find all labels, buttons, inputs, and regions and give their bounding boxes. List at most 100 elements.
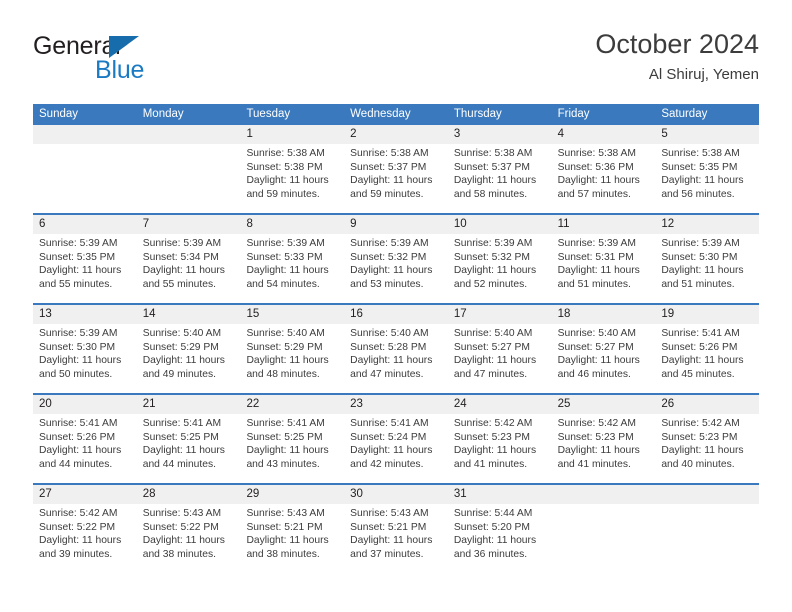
day-details: Sunrise: 5:42 AM Sunset: 5:22 PM Daylight:… bbox=[39, 507, 131, 561]
calendar-day-cell[interactable]: 7 Sunrise: 5:39 AM Sunset: 5:34 PM Daylight… bbox=[137, 215, 241, 303]
day-details: Sunrise: 5:38 AM Sunset: 5:36 PM Daylight:… bbox=[558, 147, 650, 201]
daylight-text: Daylight: 11 hours bbox=[453, 445, 537, 457]
daylight-text-cont: and 38 minutes. bbox=[142, 548, 216, 560]
day-details: Sunrise: 5:39 AM Sunset: 5:33 PM Daylight:… bbox=[246, 237, 338, 291]
calendar-day-cell[interactable]: 5 Sunrise: 5:38 AM Sunset: 5:35 PM Daylight… bbox=[655, 125, 759, 213]
calendar-day-cell[interactable]: 4 Sunrise: 5:38 AM Sunset: 5:36 PM Daylight… bbox=[552, 125, 656, 213]
day-details: Sunrise: 5:44 AM Sunset: 5:20 PM Daylight:… bbox=[454, 507, 546, 561]
day-details: Sunrise: 5:41 AM Sunset: 5:25 PM Daylight:… bbox=[143, 417, 235, 471]
day-number: 10 bbox=[453, 218, 467, 230]
daylight-text-cont: and 54 minutes. bbox=[246, 278, 320, 290]
day-number: 7 bbox=[142, 218, 150, 230]
calendar-day-cell[interactable]: 22 Sunrise: 5:41 AM Sunset: 5:25 PM Dayligh… bbox=[240, 395, 344, 483]
calendar-day-cell[interactable]: 8 Sunrise: 5:39 AM Sunset: 5:33 PM Daylight… bbox=[240, 215, 344, 303]
sunset-text: Sunset: 5:32 PM bbox=[350, 251, 427, 263]
day-number: 14 bbox=[142, 308, 156, 320]
day-details: Sunrise: 5:42 AM Sunset: 5:23 PM Daylight:… bbox=[454, 417, 546, 471]
calendar-day-cell[interactable]: 10 Sunrise: 5:39 AM Sunset: 5:32 PM Dayligh… bbox=[448, 215, 552, 303]
sunrise-text: Sunrise: 5:44 AM bbox=[453, 508, 533, 519]
calendar-day-cell[interactable]: 13 Sunrise: 5:39 AM Sunset: 5:30 PM Dayligh… bbox=[33, 305, 137, 393]
calendar-day-cell[interactable]: 31 Sunrise: 5:44 AM Sunset: 5:20 PM Dayligh… bbox=[448, 485, 552, 573]
calendar-week-cells: 27 Sunrise: 5:42 AM Sunset: 5:22 PM Dayligh… bbox=[33, 485, 759, 573]
calendar-day-cell[interactable]: 30 Sunrise: 5:43 AM Sunset: 5:21 PM Dayligh… bbox=[344, 485, 448, 573]
day-details: Sunrise: 5:39 AM Sunset: 5:30 PM Daylight:… bbox=[661, 237, 753, 291]
calendar-week-row: 13 Sunrise: 5:39 AM Sunset: 5:30 PM Dayligh… bbox=[33, 303, 759, 393]
day-number: 18 bbox=[557, 308, 571, 320]
day-number: 5 bbox=[661, 128, 668, 140]
calendar-day-cell[interactable]: 3 Sunrise: 5:38 AM Sunset: 5:37 PM Daylight… bbox=[448, 125, 552, 213]
weekday-header-monday: Monday bbox=[142, 108, 184, 120]
calendar-day-cell[interactable]: 11 Sunrise: 5:39 AM Sunset: 5:31 PM Dayligh… bbox=[552, 215, 656, 303]
calendar-day-cell[interactable]: 24 Sunrise: 5:42 AM Sunset: 5:23 PM Dayligh… bbox=[448, 395, 552, 483]
calendar-empty-cell bbox=[552, 485, 656, 573]
calendar-day-cell[interactable]: 14 Sunrise: 5:40 AM Sunset: 5:29 PM Dayligh… bbox=[137, 305, 241, 393]
calendar-day-cell[interactable]: 28 Sunrise: 5:43 AM Sunset: 5:22 PM Dayligh… bbox=[137, 485, 241, 573]
daylight-text-cont: and 44 minutes. bbox=[142, 458, 216, 470]
calendar-day-cell[interactable]: 1 Sunrise: 5:38 AM Sunset: 5:38 PM Daylight… bbox=[240, 125, 344, 213]
daylight-text-cont: and 40 minutes. bbox=[661, 458, 735, 470]
calendar-day-cell[interactable]: 9 Sunrise: 5:39 AM Sunset: 5:32 PM Daylight… bbox=[344, 215, 448, 303]
sunset-text: Sunset: 5:26 PM bbox=[39, 431, 116, 443]
sunrise-text: Sunrise: 5:41 AM bbox=[246, 418, 325, 429]
daylight-text-cont: and 55 minutes. bbox=[142, 278, 216, 290]
calendar-day-cell[interactable]: 29 Sunrise: 5:43 AM Sunset: 5:21 PM Dayligh… bbox=[240, 485, 344, 573]
daylight-text-cont: and 58 minutes. bbox=[453, 188, 528, 200]
calendar-week-cells: 1 Sunrise: 5:38 AM Sunset: 5:38 PM Daylight… bbox=[33, 125, 759, 213]
sunrise-text: Sunrise: 5:38 AM bbox=[661, 148, 740, 159]
sunrise-text: Sunrise: 5:39 AM bbox=[557, 238, 637, 249]
calendar-day-cell[interactable]: 12 Sunrise: 5:39 AM Sunset: 5:30 PM Dayligh… bbox=[655, 215, 759, 303]
page-subtitle: Al Shiruj, Yemen bbox=[648, 66, 759, 83]
weekday-header-row: Sunday Monday Tuesday Wednesday Thursday Frid… bbox=[33, 104, 759, 125]
sunset-text: Sunset: 5:27 PM bbox=[453, 341, 531, 353]
calendar-day-cell[interactable]: 23 Sunrise: 5:41 AM Sunset: 5:24 PM Dayligh… bbox=[344, 395, 448, 483]
calendar-day-cell[interactable]: 15 Sunrise: 5:40 AM Sunset: 5:29 PM Dayligh… bbox=[240, 305, 344, 393]
daylight-text-cont: and 46 minutes. bbox=[557, 368, 631, 380]
day-number: 1 bbox=[246, 128, 253, 140]
sunrise-text: Sunrise: 5:42 AM bbox=[557, 418, 637, 429]
sunrise-text: Sunrise: 5:40 AM bbox=[246, 328, 325, 339]
sunset-text: Sunset: 5:28 PM bbox=[350, 341, 427, 353]
day-number: 22 bbox=[246, 398, 260, 410]
day-number bbox=[39, 125, 131, 144]
sunrise-text: Sunrise: 5:39 AM bbox=[142, 238, 222, 249]
day-details: Sunrise: 5:39 AM Sunset: 5:30 PM Daylight:… bbox=[39, 327, 131, 381]
daylight-text-cont: and 41 minutes. bbox=[453, 458, 528, 470]
daylight-text: Daylight: 11 hours bbox=[661, 175, 744, 187]
calendar-day-cell[interactable]: 6 Sunrise: 5:39 AM Sunset: 5:35 PM Daylight… bbox=[33, 215, 137, 303]
daylight-text-cont: and 38 minutes. bbox=[246, 548, 320, 560]
day-number: 28 bbox=[142, 488, 156, 500]
calendar-day-cell[interactable]: 25 Sunrise: 5:42 AM Sunset: 5:23 PM Dayligh… bbox=[552, 395, 656, 483]
calendar-day-cell[interactable]: 16 Sunrise: 5:40 AM Sunset: 5:28 PM Dayligh… bbox=[344, 305, 448, 393]
daylight-text-cont: and 51 minutes. bbox=[557, 278, 631, 290]
daylight-text-cont: and 47 minutes. bbox=[453, 368, 528, 380]
daylight-text: Daylight: 11 hours bbox=[246, 355, 329, 367]
daylight-text: Daylight: 11 hours bbox=[246, 265, 329, 277]
day-number: 6 bbox=[39, 218, 46, 230]
calendar-day-cell[interactable]: 17 Sunrise: 5:40 AM Sunset: 5:27 PM Dayligh… bbox=[448, 305, 552, 393]
daylight-text-cont: and 39 minutes. bbox=[39, 548, 113, 560]
day-details: Sunrise: 5:42 AM Sunset: 5:23 PM Daylight:… bbox=[558, 417, 650, 471]
general-blue-logo[interactable]: General Blue bbox=[33, 32, 273, 92]
sunset-text: Sunset: 5:29 PM bbox=[142, 341, 219, 353]
sunset-text: Sunset: 5:35 PM bbox=[39, 251, 116, 263]
sunset-text: Sunset: 5:23 PM bbox=[661, 431, 738, 443]
daylight-text-cont: and 59 minutes. bbox=[246, 188, 320, 200]
sunset-text: Sunset: 5:25 PM bbox=[142, 431, 219, 443]
page-header: General Blue October 2024 Al Shiruj, Yem… bbox=[33, 28, 759, 100]
calendar-day-cell[interactable]: 26 Sunrise: 5:42 AM Sunset: 5:23 PM Dayligh… bbox=[655, 395, 759, 483]
calendar-day-cell[interactable]: 20 Sunrise: 5:41 AM Sunset: 5:26 PM Dayligh… bbox=[33, 395, 137, 483]
daylight-text-cont: and 51 minutes. bbox=[661, 278, 735, 290]
day-number: 25 bbox=[557, 398, 571, 410]
sunset-text: Sunset: 5:34 PM bbox=[142, 251, 219, 263]
sunset-text: Sunset: 5:30 PM bbox=[661, 251, 738, 263]
sunrise-text: Sunrise: 5:40 AM bbox=[453, 328, 533, 339]
calendar-day-cell[interactable]: 27 Sunrise: 5:42 AM Sunset: 5:22 PM Dayligh… bbox=[33, 485, 137, 573]
calendar-day-cell[interactable]: 19 Sunrise: 5:41 AM Sunset: 5:26 PM Dayligh… bbox=[655, 305, 759, 393]
day-number: 20 bbox=[39, 398, 52, 410]
calendar-day-cell[interactable]: 21 Sunrise: 5:41 AM Sunset: 5:25 PM Dayligh… bbox=[137, 395, 241, 483]
calendar-week-row: 6 Sunrise: 5:39 AM Sunset: 5:35 PM Daylight… bbox=[33, 213, 759, 303]
calendar-day-cell[interactable]: 2 Sunrise: 5:38 AM Sunset: 5:37 PM Daylight… bbox=[344, 125, 448, 213]
calendar-day-cell[interactable]: 18 Sunrise: 5:40 AM Sunset: 5:27 PM Dayligh… bbox=[552, 305, 656, 393]
day-details: Sunrise: 5:39 AM Sunset: 5:32 PM Daylight:… bbox=[454, 237, 546, 291]
sunrise-text: Sunrise: 5:42 AM bbox=[661, 418, 740, 429]
